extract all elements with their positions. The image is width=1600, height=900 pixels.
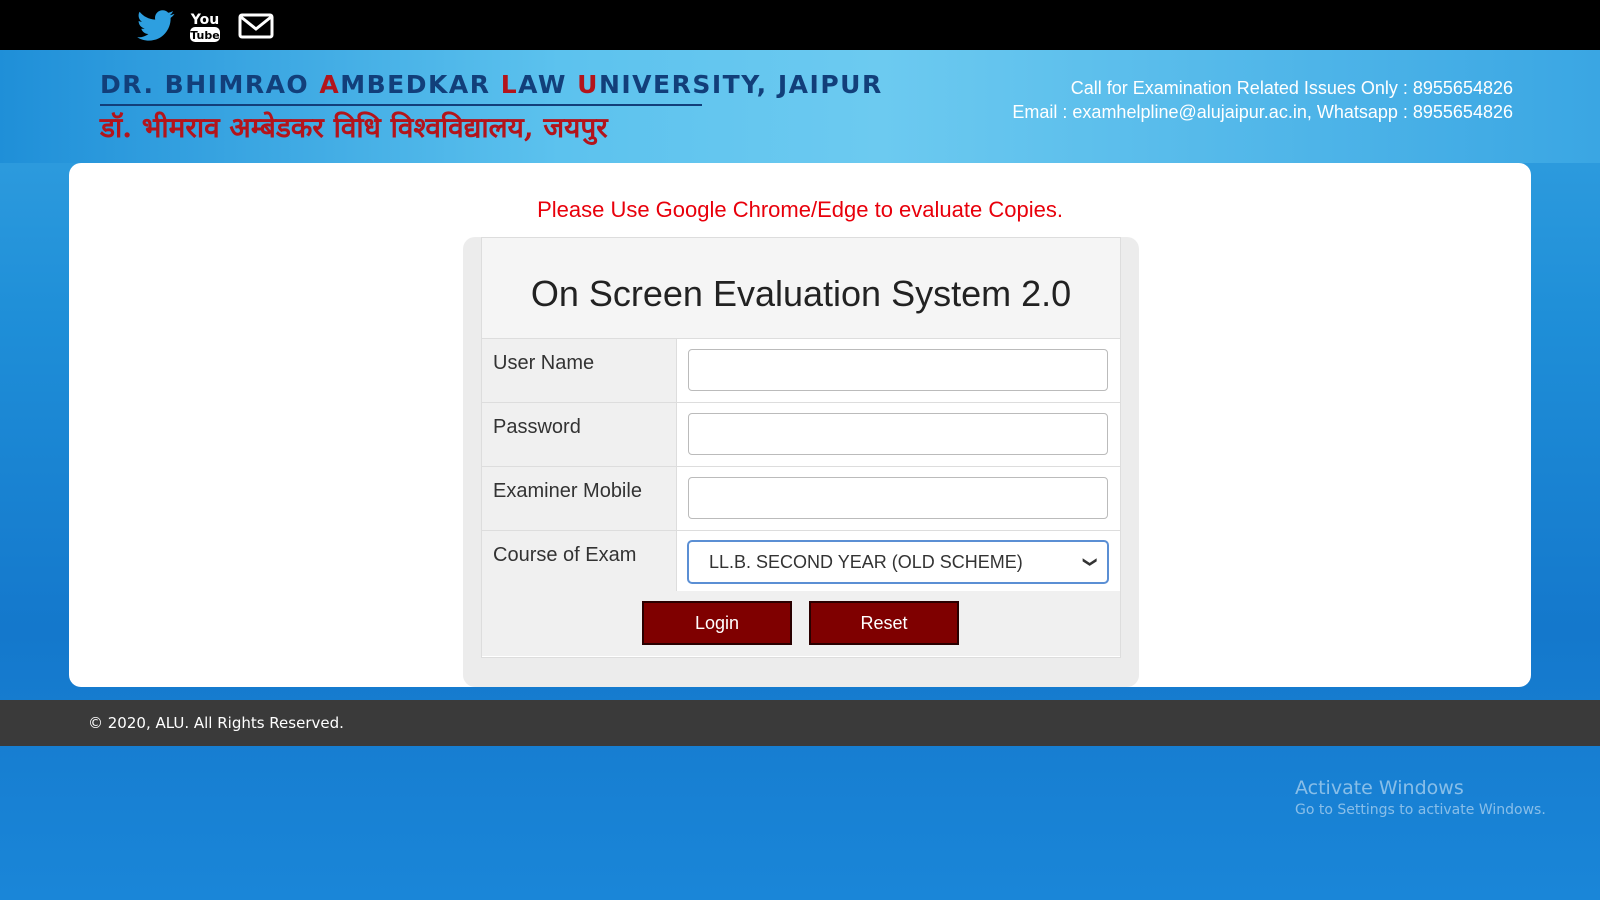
password-label: Password xyxy=(482,403,677,466)
password-input[interactable] xyxy=(688,413,1108,455)
password-row: Password xyxy=(482,403,1120,467)
main-card: Please Use Google Chrome/Edge to evaluat… xyxy=(69,163,1531,687)
contact-email: Email : examhelpline@alujaipur.ac.in, Wh… xyxy=(1012,102,1513,122)
youtube-icon[interactable]: You Tube xyxy=(188,8,222,44)
contact-phone: Call for Examination Related Issues Only… xyxy=(1070,78,1513,98)
form-title: On Screen Evaluation System 2.0 xyxy=(482,238,1120,339)
activate-subtitle: Go to Settings to activate Windows. xyxy=(1295,802,1546,818)
button-row: Login Reset xyxy=(482,591,1120,656)
mail-icon[interactable] xyxy=(238,8,274,44)
course-row: Course of Exam LL.B. SECOND YEAR (OLD SC… xyxy=(482,531,1120,595)
university-name-english: DR. BHIMRAO AMBEDKAR LAW UNIVERSITY, JAI… xyxy=(100,70,883,99)
mobile-row: Examiner Mobile xyxy=(482,467,1120,531)
footer: © 2020, ALU. All Rights Reserved. xyxy=(0,700,1600,746)
examiner-mobile-input[interactable] xyxy=(688,477,1108,519)
username-label: User Name xyxy=(482,339,677,402)
username-row: User Name xyxy=(482,339,1120,403)
logo-underline xyxy=(100,104,702,106)
login-panel: On Screen Evaluation System 2.0 User Nam… xyxy=(463,237,1139,687)
top-bar: You Tube xyxy=(0,0,1600,50)
login-button[interactable]: Login xyxy=(642,601,792,645)
svg-text:Tube: Tube xyxy=(190,29,219,42)
activate-title: Activate Windows xyxy=(1295,777,1464,799)
site-header: DR. BHIMRAO AMBEDKAR LAW UNIVERSITY, JAI… xyxy=(0,50,1600,163)
svg-text:You: You xyxy=(190,12,219,28)
twitter-icon[interactable] xyxy=(136,8,176,44)
chevron-down-icon: ❯ xyxy=(1083,556,1100,568)
mobile-label: Examiner Mobile xyxy=(482,467,677,530)
contact-info: Call for Examination Related Issues Only… xyxy=(1012,76,1513,124)
username-input[interactable] xyxy=(688,349,1108,391)
browser-notice: Please Use Google Chrome/Edge to evaluat… xyxy=(537,197,1063,222)
university-name-hindi: डॉ. भीमराव अम्बेडकर विधि विश्वविद्यालय, … xyxy=(100,111,608,144)
course-select[interactable]: LL.B. SECOND YEAR (OLD SCHEME) ❯ xyxy=(688,541,1108,583)
copyright-text: © 2020, ALU. All Rights Reserved. xyxy=(88,714,344,732)
reset-button[interactable]: Reset xyxy=(809,601,959,645)
windows-activation-watermark: Activate Windows Go to Settings to activ… xyxy=(1295,776,1546,820)
login-form: On Screen Evaluation System 2.0 User Nam… xyxy=(481,237,1121,658)
course-selected-value: LL.B. SECOND YEAR (OLD SCHEME) xyxy=(709,552,1023,572)
course-label: Course of Exam xyxy=(482,531,677,594)
